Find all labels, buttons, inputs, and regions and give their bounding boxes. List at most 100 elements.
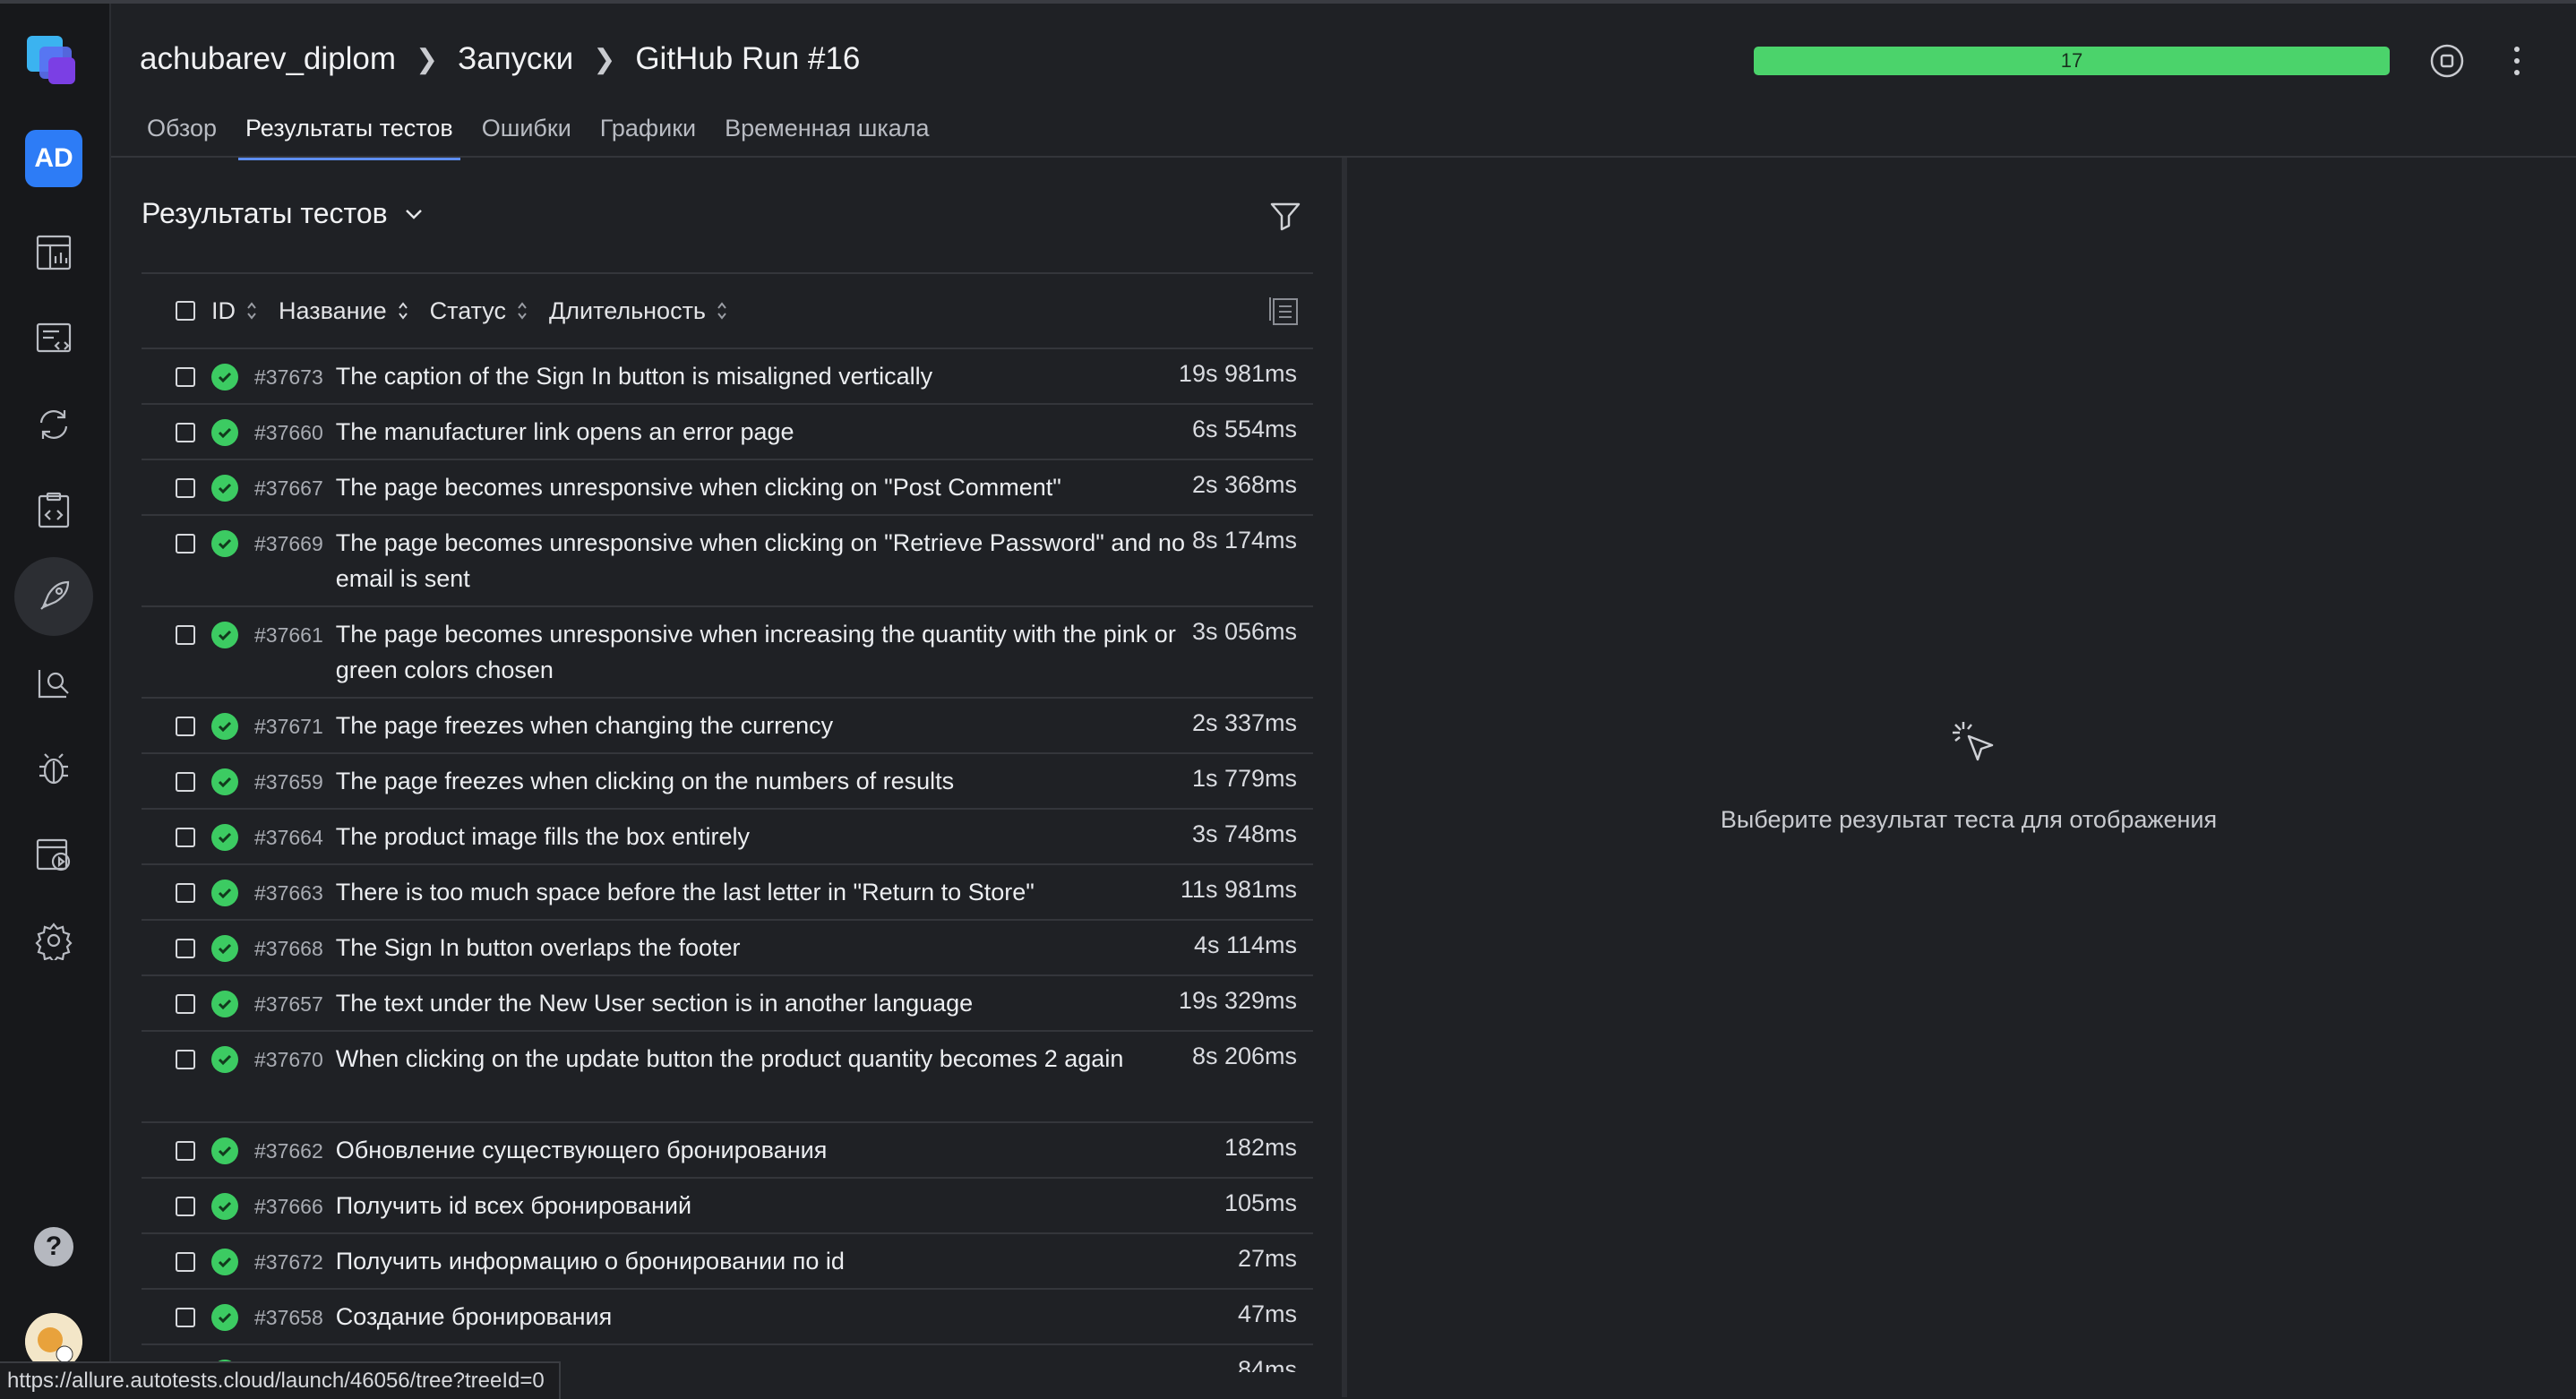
cursor-click-icon [1944,713,2005,774]
row-checkbox[interactable] [176,534,195,554]
table-row[interactable]: #37662 Обновление существующего бронирова… [142,1123,1313,1179]
sort-icon [518,302,527,320]
result-id: #37666 [254,1195,323,1218]
result-name: Создание бронирования [335,1303,613,1330]
row-checkbox[interactable] [176,1197,195,1216]
settings-icon[interactable] [27,914,81,967]
result-name: The caption of the Sign In button is mis… [335,363,933,390]
test-cases-icon[interactable] [27,312,81,365]
row-checkbox[interactable] [176,772,195,792]
result-id: #37657 [254,992,323,1016]
tab-overview[interactable]: Обзор [140,107,224,160]
table-row[interactable]: #37664 The product image fills the box en… [142,810,1313,865]
tab-timeline[interactable]: Временная шкала [717,107,936,160]
table-row[interactable]: #37666 Получить id всех бронирований 105ms [142,1179,1313,1234]
sort-icon [247,302,256,320]
row-checkbox[interactable] [176,625,195,645]
column-duration[interactable]: Длительность [549,297,727,325]
result-id: #37673 [254,365,323,389]
select-all-checkbox[interactable] [176,301,195,321]
test-plans-icon[interactable] [27,484,81,537]
table-row[interactable]: #37672 Получить информацию о бронировании… [142,1234,1313,1290]
tab-errors[interactable]: Ошибки [475,107,579,160]
row-checkbox[interactable] [176,717,195,736]
row-checkbox[interactable] [176,939,195,958]
row-checkbox[interactable] [176,1252,195,1272]
chevron-right-icon: ❯ [416,44,439,74]
result-name: The product image fills the box entirely [335,823,750,850]
row-checkbox[interactable] [176,994,195,1014]
dashboard-icon[interactable] [27,226,81,279]
result-id: #37658 [254,1306,323,1329]
result-name: The page becomes unresponsive when incre… [335,621,1176,683]
result-duration: 3s 056ms [1191,618,1297,645]
passed-status-icon [211,1193,238,1220]
table-row[interactable]: #37663 There is too much space before the… [142,865,1313,921]
table-row[interactable]: #37668 The Sign In button overlaps the fo… [142,921,1313,976]
result-id: #37661 [254,623,323,647]
result-name: Обновление существующего бронирования [335,1137,828,1163]
result-name: The page freezes when changing the curre… [335,712,834,739]
result-id: #37669 [254,532,323,555]
table-row[interactable]: #37667 The page becomes unresponsive when… [142,460,1313,516]
column-name[interactable]: Название [279,297,408,325]
table-row[interactable]: #37673 The caption of the Sign In button … [142,349,1313,405]
breadcrumb: achubarev_diplom ❯ Запуски ❯ GitHub Run … [140,41,860,77]
result-name: The page becomes unresponsive when click… [335,529,1185,592]
row-checkbox[interactable] [176,423,195,442]
table-row[interactable]: #37659 The page freezes when clicking on … [142,754,1313,810]
tab-test-results[interactable]: Результаты тестов [237,107,460,160]
table-row[interactable]: #37660 The manufacturer link opens an err… [142,405,1313,460]
launch-progress-bar[interactable]: 17 [1754,47,2390,75]
table-row[interactable]: #37658 Создание бронирования 47ms [142,1290,1313,1345]
jobs-icon[interactable] [27,828,81,881]
result-name: There is too much space before the last … [335,879,1035,905]
workspace-avatar[interactable]: AD [25,130,82,187]
panel-title[interactable]: Результаты тестов [142,197,425,230]
breadcrumb-launches[interactable]: Запуски [458,41,573,77]
column-settings-icon[interactable] [1267,294,1301,328]
filter-icon[interactable] [1268,199,1302,233]
defects-icon[interactable] [27,742,81,795]
result-id: #37660 [254,421,323,444]
row-checkbox[interactable] [176,1141,195,1161]
column-id[interactable]: ID [211,297,257,325]
passed-status-icon [211,419,238,446]
stop-launch-button[interactable] [2427,41,2467,81]
table-row[interactable]: #37669 The page becomes unresponsive when… [142,516,1313,607]
breadcrumb-project[interactable]: achubarev_diplom [140,41,396,77]
result-details-panel: Выберите результат теста для отображения [1347,158,2576,1397]
passed-status-icon [211,991,238,1017]
row-checkbox[interactable] [176,478,195,498]
column-status-label: Статус [429,296,507,324]
help-icon[interactable]: ? [34,1227,73,1266]
result-id: #37663 [254,881,323,905]
table-row[interactable]: #37671 The page freezes when changing the… [142,699,1313,754]
row-checkbox[interactable] [176,1308,195,1327]
passed-status-icon [211,935,238,962]
column-name-label: Название [279,296,387,324]
passed-status-icon [211,1304,238,1331]
passed-status-icon [211,364,238,391]
allure-logo-icon[interactable] [21,30,86,95]
panel-title-text: Результаты тестов [142,197,388,229]
result-name: The page becomes unresponsive when click… [335,474,1061,501]
result-id: #37659 [254,770,323,794]
column-status[interactable]: Статус [430,297,528,325]
tab-charts[interactable]: Графики [593,107,703,160]
table-row[interactable]: #37670 When clicking on the update button… [142,1032,1313,1123]
result-id: #37672 [254,1250,323,1274]
row-checkbox[interactable] [176,367,195,387]
result-duration: 1s 779ms [1191,765,1297,792]
table-row[interactable]: #37661 The page becomes unresponsive when… [142,607,1313,699]
analytics-icon[interactable] [27,656,81,709]
result-duration: 19s 981ms [1178,360,1297,387]
row-checkbox[interactable] [176,828,195,847]
row-checkbox[interactable] [176,883,195,903]
row-checkbox[interactable] [176,1050,195,1069]
more-menu-button[interactable] [2503,41,2530,81]
passed-status-icon [211,824,238,851]
sync-icon[interactable] [27,398,81,451]
launches-icon[interactable] [14,557,93,636]
table-row[interactable]: #37657 The text under the New User sectio… [142,976,1313,1032]
